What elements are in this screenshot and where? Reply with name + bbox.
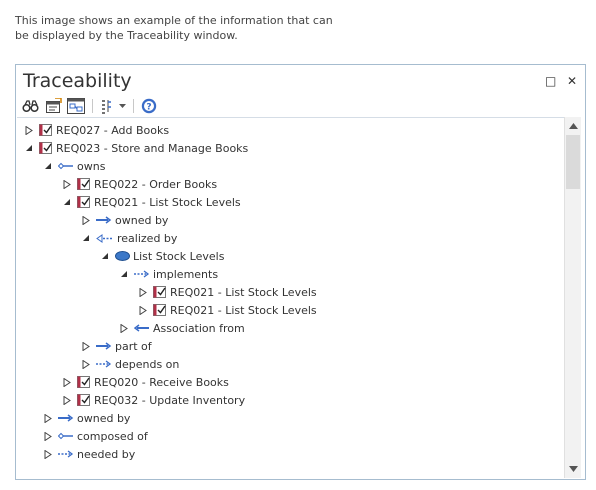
- tree-row[interactable]: REQ023 - Store and Manage Books: [24, 139, 248, 157]
- realization-arrow-icon: [96, 233, 114, 243]
- vertical-scrollbar[interactable]: [564, 117, 581, 478]
- toolbar: ?: [22, 97, 157, 115]
- svg-text:?: ?: [146, 102, 151, 112]
- requirement-icon: [39, 123, 53, 137]
- tree-row[interactable]: REQ020 - Receive Books: [62, 373, 229, 391]
- tree-row[interactable]: List Stock Levels: [100, 247, 224, 265]
- tree-row-label: Association from: [153, 321, 245, 335]
- tree-row-label: REQ027 - Add Books: [56, 123, 170, 137]
- tree-row[interactable]: owned by: [81, 211, 168, 229]
- tree-row-label: part of: [115, 339, 152, 353]
- expand-toggle-icon[interactable]: [81, 215, 91, 225]
- dependency-arrow-icon: [96, 360, 112, 368]
- tree-row[interactable]: REQ027 - Add Books: [24, 121, 169, 139]
- tree-row-label: owned by: [77, 411, 131, 425]
- tree-row[interactable]: owns: [43, 157, 105, 175]
- traceability-tree: REQ027 - Add Books REQ023 - Store and Man…: [17, 117, 565, 479]
- association-arrow-icon: [96, 342, 112, 350]
- tree-row-label: REQ021 - List Stock Levels: [170, 285, 317, 299]
- tree-row[interactable]: REQ022 - Order Books: [62, 175, 217, 193]
- tree-row[interactable]: REQ021 - List Stock Levels: [138, 283, 317, 301]
- scroll-down-button[interactable]: [565, 461, 581, 477]
- requirement-icon: [77, 177, 91, 191]
- expand-toggle-icon[interactable]: [119, 323, 129, 333]
- expand-toggle-icon[interactable]: [24, 125, 34, 135]
- properties-icon[interactable]: [45, 98, 62, 114]
- expand-toggle-icon[interactable]: [43, 413, 53, 423]
- tree-row[interactable]: Association from: [119, 319, 245, 337]
- toolbar-separator: [92, 99, 93, 113]
- tree-row-label: composed of: [77, 429, 148, 443]
- association-arrow-icon: [96, 216, 112, 224]
- options-icon[interactable]: [100, 98, 114, 114]
- expand-toggle-icon[interactable]: [81, 359, 91, 369]
- tree-row-label: REQ021 - List Stock Levels: [94, 195, 241, 209]
- expand-toggle-icon[interactable]: [138, 305, 148, 315]
- tree-row[interactable]: owned by: [43, 409, 130, 427]
- collapse-toggle-icon[interactable]: [119, 269, 129, 279]
- scrollbar-thumb[interactable]: [566, 135, 580, 189]
- dropdown-icon[interactable]: [119, 98, 126, 114]
- expand-toggle-icon[interactable]: [138, 287, 148, 297]
- collapse-toggle-icon[interactable]: [62, 197, 72, 207]
- tree-row[interactable]: REQ021 - List Stock Levels: [138, 301, 317, 319]
- aggregation-arrow-icon: [58, 432, 74, 440]
- tree-row-label: implements: [153, 267, 219, 281]
- tree-row[interactable]: REQ032 - Update Inventory: [62, 391, 245, 409]
- caption: This image shows an example of the infor…: [15, 13, 345, 43]
- scroll-up-button[interactable]: [565, 118, 581, 134]
- expand-toggle-icon[interactable]: [43, 449, 53, 459]
- dependency-arrow-icon: [58, 450, 74, 458]
- tree-row-label: REQ021 - List Stock Levels: [170, 303, 317, 317]
- caption-line-2: be displayed by the Traceability window.: [15, 29, 238, 42]
- expand-toggle-icon[interactable]: [62, 377, 72, 387]
- tree-row-label: owned by: [115, 213, 169, 227]
- tree-row[interactable]: part of: [81, 337, 152, 355]
- tree-row-label: REQ032 - Update Inventory: [94, 393, 246, 407]
- use-case-icon: [115, 251, 130, 261]
- dependency-arrow-icon: [134, 270, 150, 278]
- maximize-button[interactable]: □: [545, 74, 556, 88]
- requirement-icon: [77, 195, 91, 209]
- binoculars-icon[interactable]: [22, 98, 40, 114]
- tree-row-label: depends on: [115, 357, 180, 371]
- association-back-arrow-icon: [134, 324, 150, 332]
- tree-row-label: owns: [77, 159, 106, 173]
- tree-row[interactable]: composed of: [43, 427, 148, 445]
- window-title: Traceability: [23, 70, 132, 92]
- requirement-icon: [77, 393, 91, 407]
- tree-row[interactable]: realized by: [81, 229, 177, 247]
- tree-row[interactable]: depends on: [81, 355, 179, 373]
- association-arrow-icon: [58, 414, 74, 422]
- tree-row-label: REQ020 - Receive Books: [94, 375, 229, 389]
- aggregation-arrow-icon: [58, 162, 74, 170]
- tree-row[interactable]: implements: [119, 265, 218, 283]
- help-icon[interactable]: ?: [141, 98, 157, 114]
- requirement-icon: [153, 303, 167, 317]
- requirement-icon: [39, 141, 53, 155]
- tree-row[interactable]: REQ021 - List Stock Levels: [62, 193, 241, 211]
- close-button[interactable]: ✕: [567, 74, 577, 88]
- caption-line-1: This image shows an example of the infor…: [15, 14, 333, 27]
- toolbar-separator: [133, 99, 134, 113]
- collapse-toggle-icon[interactable]: [81, 233, 91, 243]
- expand-toggle-icon[interactable]: [62, 395, 72, 405]
- tree-row-label: needed by: [77, 447, 136, 461]
- requirement-icon: [77, 375, 91, 389]
- expand-toggle-icon[interactable]: [62, 179, 72, 189]
- tree-row[interactable]: needed by: [43, 445, 135, 463]
- expand-toggle-icon[interactable]: [43, 431, 53, 441]
- collapse-toggle-icon[interactable]: [24, 143, 34, 153]
- expand-toggle-icon[interactable]: [81, 341, 91, 351]
- tree-row-label: List Stock Levels: [133, 249, 225, 263]
- traceability-window: Traceability □ ✕ ? REQ027 - Add Books REQ…: [15, 64, 586, 480]
- collapse-toggle-icon[interactable]: [43, 161, 53, 171]
- requirement-icon: [153, 285, 167, 299]
- tree-row-label: realized by: [117, 231, 178, 245]
- tree-row-label: REQ023 - Store and Manage Books: [56, 141, 249, 155]
- tree-row-label: REQ022 - Order Books: [94, 177, 218, 191]
- browser-icon[interactable]: [67, 98, 85, 114]
- collapse-toggle-icon[interactable]: [100, 251, 110, 261]
